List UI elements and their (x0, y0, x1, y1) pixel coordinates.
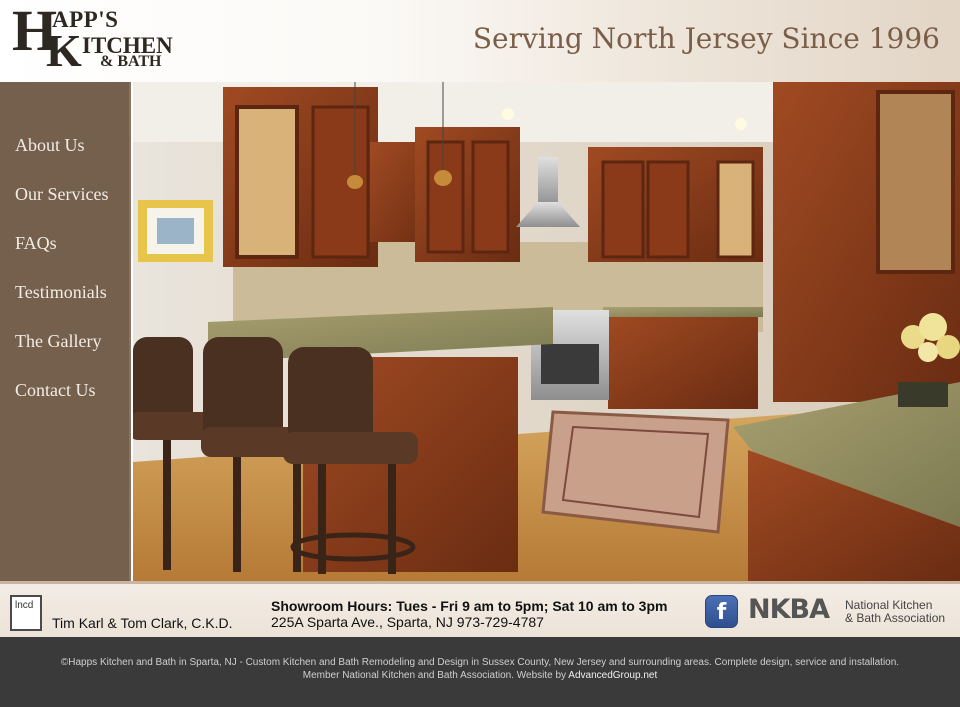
logo-letter-k: K (46, 25, 82, 76)
site-header: H APP'S K ITCHEN & BATH Serving North Je… (0, 0, 960, 82)
glass-cabinet-door (716, 160, 755, 259)
recessed-light (502, 108, 514, 120)
cabinet-door (426, 140, 465, 254)
nav-item-faqs[interactable]: FAQs (15, 233, 57, 254)
showroom-hours: Showroom Hours: Tues - Fri 9 am to 5pm; … (271, 598, 668, 614)
facebook-glyph: f (716, 600, 727, 625)
nav-item-the-gallery[interactable]: The Gallery (15, 331, 101, 352)
cd-monogram-logo: lncd (10, 595, 42, 631)
nav-item-about-us[interactable]: About Us (15, 135, 85, 156)
nkba-line2: & Bath Association (845, 611, 946, 625)
nkba-logo: NKBA (748, 594, 830, 625)
happs-logo[interactable]: H APP'S K ITCHEN & BATH (12, 2, 173, 76)
countertop (603, 307, 763, 317)
cabinet-door (471, 140, 510, 254)
footer-membership: Member National Kitchen and Bath Associa… (0, 670, 960, 681)
painting-canvas (157, 218, 194, 244)
owners-text: Tim Karl & Tom Clark, C.K.D. (52, 615, 233, 631)
tagline: Serving North Jersey Since 1996 (472, 22, 940, 55)
kitchen-photo (133, 82, 960, 581)
glass-cabinet-door (235, 105, 299, 259)
footer-credit-link[interactable]: AdvancedGroup.net (568, 670, 657, 681)
footer-membership-text: Member National Kitchen and Bath Associa… (302, 670, 569, 681)
monogram-text: lncd (15, 600, 34, 611)
cabinet-door (646, 160, 690, 259)
footer-copyright: ©Happs Kitchen and Bath in Sparta, NJ - … (60, 657, 900, 668)
nav-item-our-services[interactable]: Our Services (15, 184, 108, 205)
logo-bath: & BATH (100, 53, 162, 70)
facebook-icon[interactable]: f (705, 595, 738, 628)
info-bar: lncd Tim Karl & Tom Clark, C.K.D. Showro… (0, 581, 960, 637)
address-phone: 225A Sparta Ave., Sparta, NJ 973-729-478… (271, 614, 544, 630)
glass-cabinet-door (876, 90, 955, 274)
nav-item-testimonials[interactable]: Testimonials (15, 282, 107, 303)
oven-window (541, 344, 599, 384)
site-footer: ©Happs Kitchen and Bath in Sparta, NJ - … (0, 637, 960, 707)
lower-cabinet (608, 314, 758, 409)
kitchen-illustration (133, 82, 960, 581)
recessed-light (735, 118, 747, 130)
nkba-name: National Kitchen & Bath Association (845, 599, 960, 625)
hood-chimney (538, 157, 558, 207)
cabinet-door (601, 160, 645, 259)
nav-item-contact-us[interactable]: Contact Us (15, 380, 96, 401)
sidebar-nav: About Us Our Services FAQs Testimonials … (0, 82, 131, 581)
